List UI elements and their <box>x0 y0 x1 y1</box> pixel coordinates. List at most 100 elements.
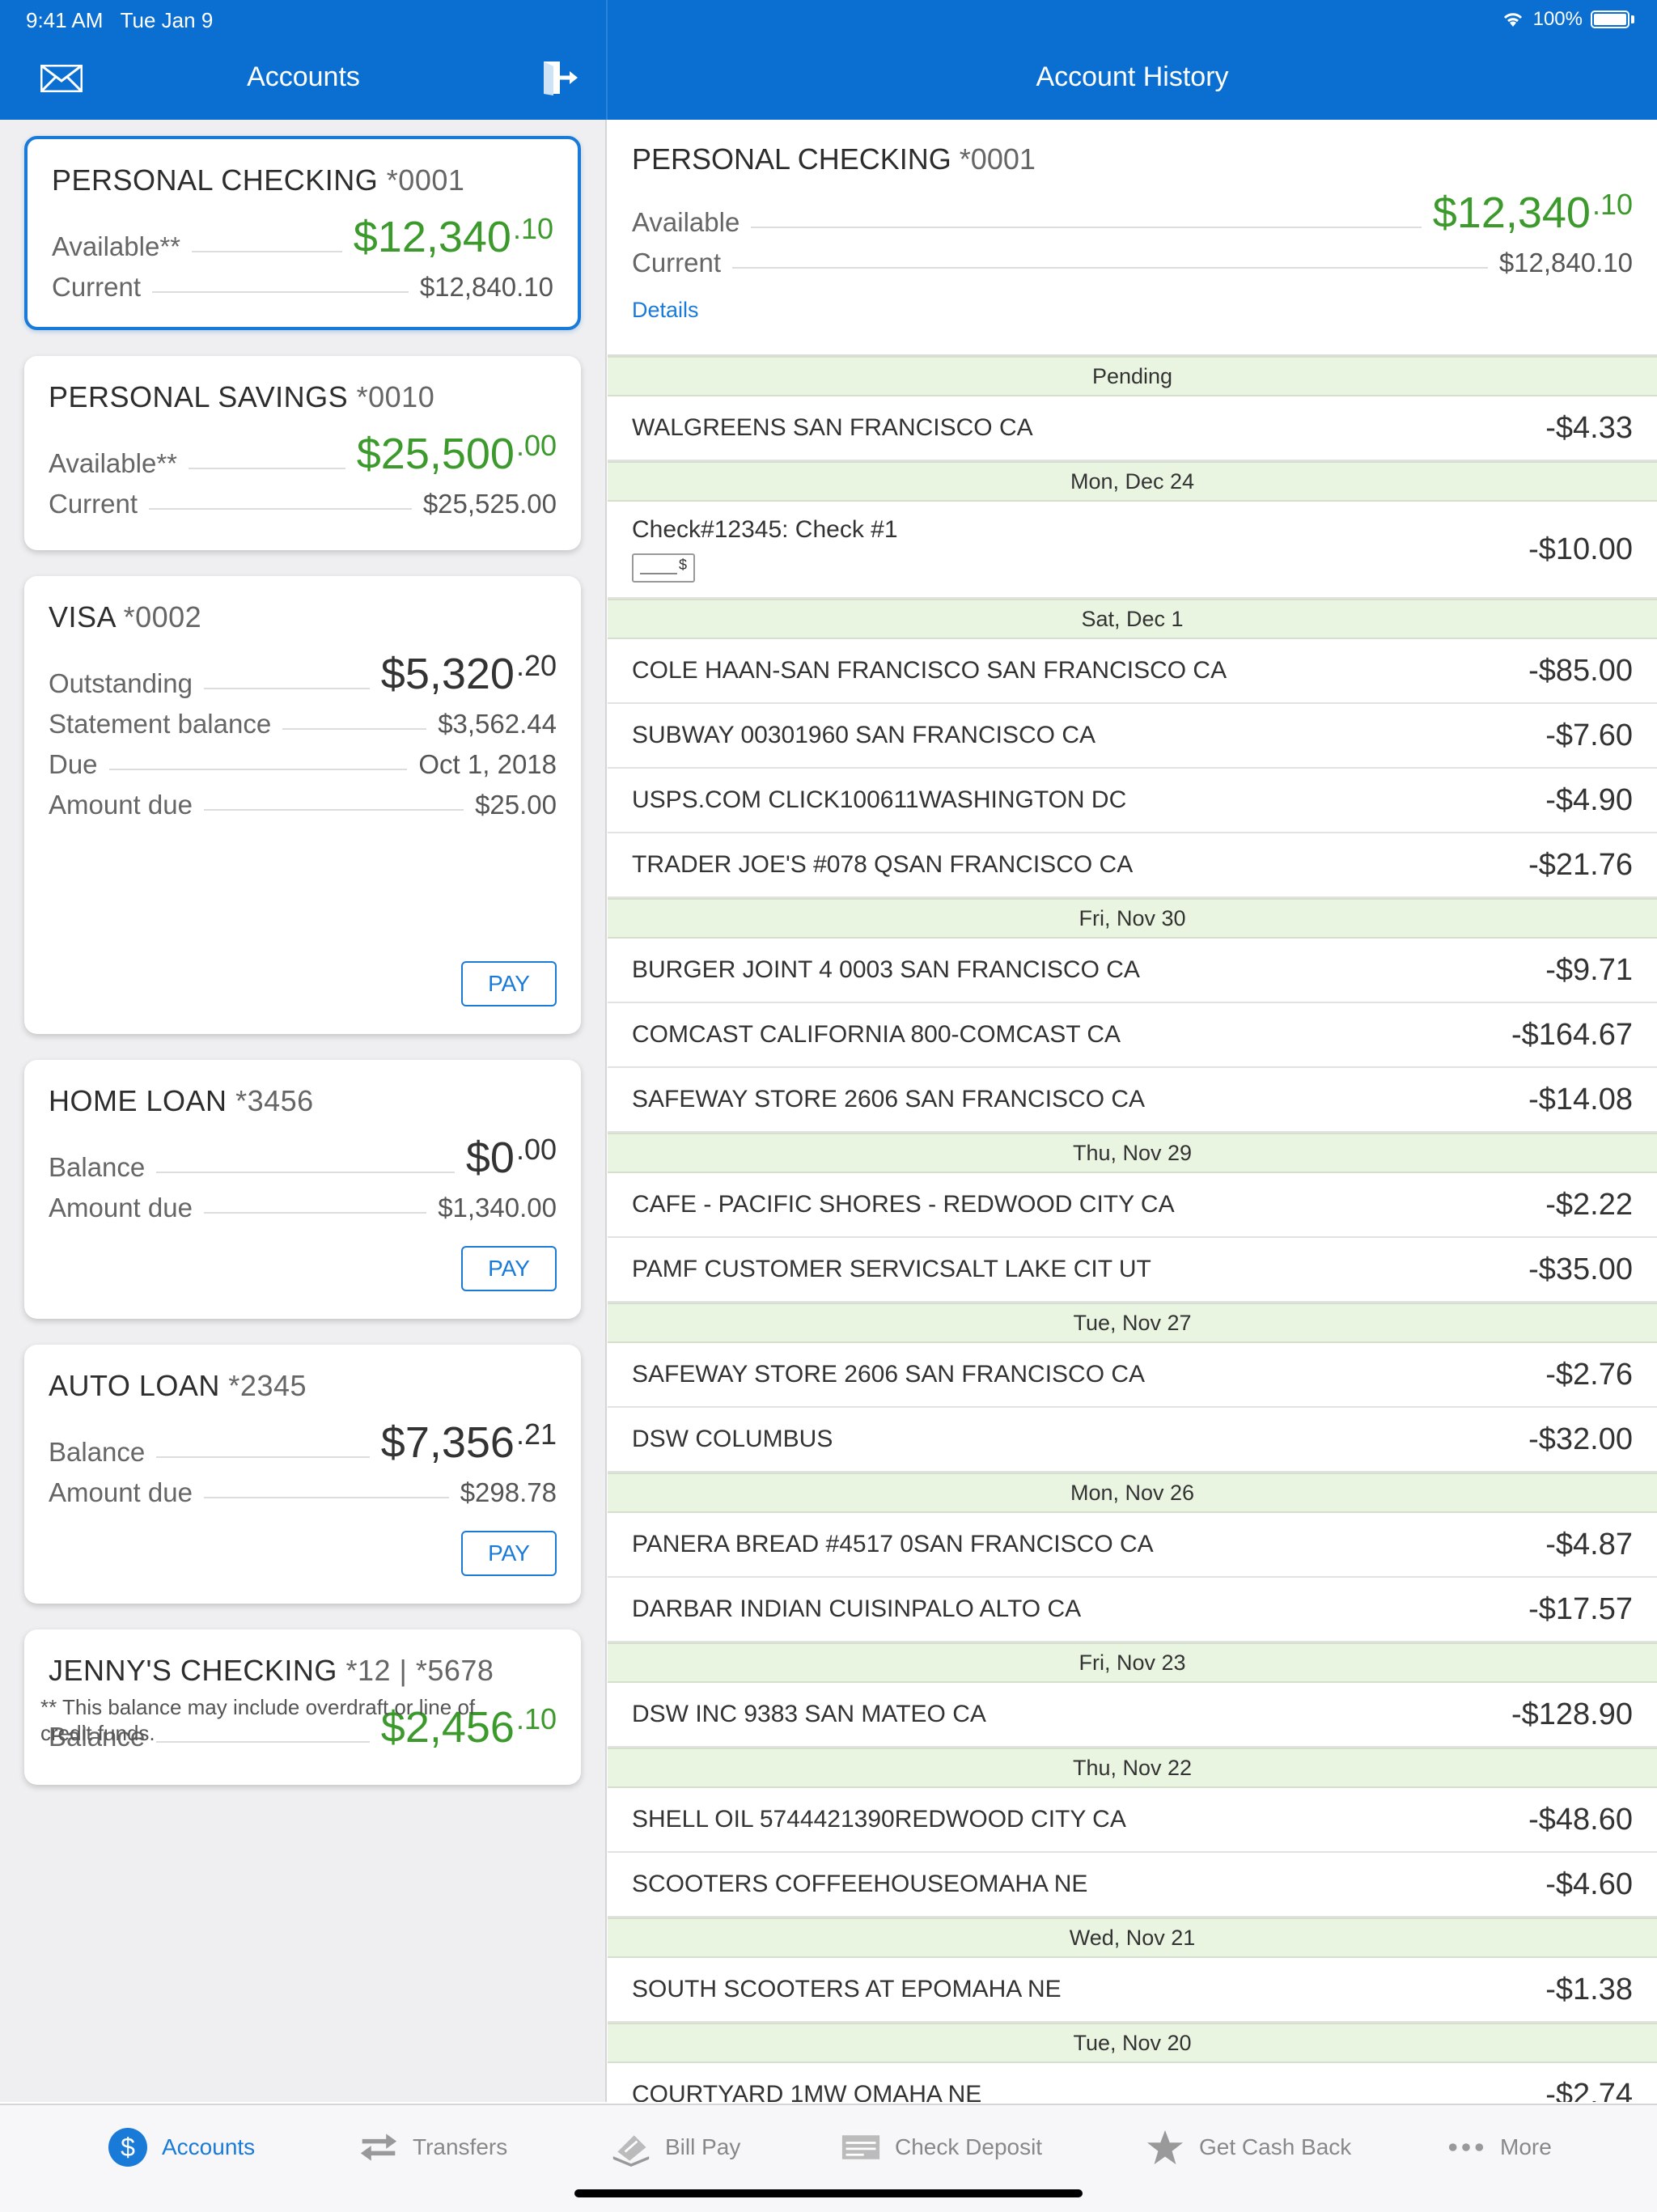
more-icon <box>1447 2128 1485 2167</box>
account-card-visa[interactable]: VISA *0002 Outstanding $5,320.20 Stateme… <box>24 576 581 1034</box>
tab-label: Check Deposit <box>895 2134 1043 2159</box>
amount-due-row: Amount due $1,340.00 <box>49 1193 557 1223</box>
date-header: Tue, Nov 20 <box>608 2023 1657 2063</box>
transaction-row[interactable]: SUBWAY 00301960 SAN FRANCISCO CA -$7.60 <box>608 704 1657 769</box>
transaction-row[interactable]: PANERA BREAD #4517 0SAN FRANCISCO CA -$4.… <box>608 1513 1657 1578</box>
tab-label: Transfers <box>413 2134 508 2159</box>
transaction-row[interactable]: DSW INC 9383 SAN MATEO CA -$128.90 <box>608 1683 1657 1748</box>
transaction-description: SOUTH SCOOTERS AT EPOMAHA NE <box>632 1976 1062 2002</box>
transaction-row[interactable]: SOUTH SCOOTERS AT EPOMAHA NE -$1.38 <box>608 1958 1657 2023</box>
transaction-description: DSW INC 9383 SAN MATEO CA <box>632 1701 986 1727</box>
transaction-list[interactable]: Pending WALGREENS SAN FRANCISCO CA -$4.33 M… <box>608 356 1657 2102</box>
outstanding-balance: $5,320.20 <box>380 649 557 698</box>
transaction-row[interactable]: SCOOTERS COFFEEHOUSEOMAHA NE -$4.60 <box>608 1853 1657 1917</box>
transaction-row[interactable]: COURTYARD 1MW OMAHA NE -$2.74 <box>608 2063 1657 2103</box>
transaction-description: SCOOTERS COFFEEHOUSEOMAHA NE <box>632 1871 1088 1897</box>
transaction-amount: -$14.08 <box>1528 1082 1633 1117</box>
star-icon <box>1146 2128 1184 2167</box>
balance-row: Balance $7,356.21 <box>49 1417 557 1467</box>
transaction-description: COMCAST CALIFORNIA 800-COMCAST CA <box>632 1021 1121 1048</box>
account-card-personal-checking[interactable]: PERSONAL CHECKING *0001 Available** $12,… <box>24 136 581 330</box>
available-row: Available** $25,500.00 <box>49 429 557 478</box>
available-balance: $12,340.10 <box>353 212 553 261</box>
account-name: VISA *0002 <box>49 600 202 634</box>
date-header: Thu, Nov 22 <box>608 1748 1657 1788</box>
transaction-row[interactable]: SHELL OIL 5744421390REDWOOD CITY CA -$48.… <box>608 1788 1657 1853</box>
battery-icon <box>1591 11 1629 28</box>
transaction-row[interactable]: WALGREENS SAN FRANCISCO CA -$4.33 <box>608 396 1657 461</box>
tab-accounts[interactable]: $ Accounts <box>108 2128 255 2167</box>
account-name: HOME LOAN *3456 <box>49 1084 314 1117</box>
transaction-row[interactable]: COLE HAAN-SAN FRANCISCO SAN FRANCISCO CA… <box>608 639 1657 704</box>
outstanding-row: Outstanding $5,320.20 <box>49 649 557 698</box>
transaction-description: SUBWAY 00301960 SAN FRANCISCO CA <box>632 722 1095 748</box>
tab-label: More <box>1500 2134 1552 2159</box>
transaction-amount: -$9.71 <box>1545 952 1633 987</box>
date-header: Fri, Nov 30 <box>608 898 1657 939</box>
loan-balance: $7,356.21 <box>380 1417 557 1467</box>
tab-get-cash-back[interactable]: Get Cash Back <box>1146 2128 1351 2167</box>
status-indicators: 100% <box>1501 8 1634 31</box>
transaction-amount: -$2.22 <box>1545 1187 1633 1222</box>
tab-bill-pay[interactable]: Bill Pay <box>612 2128 740 2167</box>
transaction-description: SHELL OIL 5744421390REDWOOD CITY CA <box>632 1806 1126 1833</box>
visa-pay-button[interactable]: PAY <box>461 961 557 1006</box>
tab-transfers[interactable]: Transfers <box>359 2128 507 2167</box>
tab-more[interactable]: More <box>1447 2128 1552 2167</box>
details-link[interactable]: Details <box>632 298 1633 323</box>
transaction-amount: -$4.33 <box>1545 410 1633 445</box>
logout-icon[interactable] <box>540 58 581 97</box>
transaction-row[interactable]: CAFE - PACIFIC SHORES - REDWOOD CITY CA -… <box>608 1173 1657 1238</box>
transaction-row[interactable]: Check#12345: Check #1 $ -$10.00 <box>608 502 1657 599</box>
current-row: Current $12,840.10 <box>52 272 553 302</box>
account-history-title: Account History <box>1036 61 1229 92</box>
transaction-description: WALGREENS SAN FRANCISCO CA <box>632 414 1033 441</box>
date-header: Mon, Nov 26 <box>608 1473 1657 1513</box>
transaction-description: PAMF CUSTOMER SERVICSALT LAKE CIT UT <box>632 1256 1151 1282</box>
transaction-row[interactable]: SAFEWAY STORE 2606 SAN FRANCISCO CA -$2.7… <box>608 1343 1657 1408</box>
transaction-amount: -$32.00 <box>1528 1422 1633 1456</box>
available-balance: $25,500.00 <box>356 429 557 478</box>
home-loan-pay-button[interactable]: PAY <box>461 1246 557 1291</box>
history-account-name: PERSONAL CHECKING *0001 <box>632 142 1036 176</box>
accounts-pane: PERSONAL CHECKING *0001 Available** $12,… <box>0 120 607 2102</box>
account-name: JENNY'S CHECKING *12 | *5678 <box>49 1654 494 1687</box>
transaction-row[interactable]: DSW COLUMBUS -$32.00 <box>608 1408 1657 1473</box>
transaction-amount: -$4.87 <box>1545 1527 1633 1562</box>
amount-due-row: Amount due $298.78 <box>49 1477 557 1507</box>
tab-check-deposit[interactable]: Check Deposit <box>841 2128 1042 2167</box>
account-card-home-loan[interactable]: HOME LOAN *3456 Balance $0.00 Amount due… <box>24 1060 581 1319</box>
tab-label: Bill Pay <box>665 2134 741 2159</box>
balance-row: Balance $0.00 <box>49 1133 557 1182</box>
date-header: Thu, Nov 29 <box>608 1133 1657 1173</box>
account-card-personal-savings[interactable]: PERSONAL SAVINGS *0010 Available** $25,5… <box>24 356 581 550</box>
check-image-icon[interactable]: $ <box>632 553 695 583</box>
transaction-description: DSW COLUMBUS <box>632 1426 833 1452</box>
transaction-amount: -$17.57 <box>1528 1591 1633 1626</box>
home-indicator <box>574 2189 1083 2197</box>
transaction-row[interactable]: DARBAR INDIAN CUISINPALO ALTO CA -$17.57 <box>608 1578 1657 1642</box>
date-header: Wed, Nov 21 <box>608 1917 1657 1958</box>
auto-loan-pay-button[interactable]: PAY <box>461 1531 557 1576</box>
transaction-description: DARBAR INDIAN CUISINPALO ALTO CA <box>632 1595 1082 1622</box>
transaction-row[interactable]: PAMF CUSTOMER SERVICSALT LAKE CIT UT -$35… <box>608 1238 1657 1303</box>
transaction-amount: -$7.60 <box>1545 718 1633 752</box>
transaction-description: PANERA BREAD #4517 0SAN FRANCISCO CA <box>632 1531 1154 1557</box>
transaction-description: Check#12345: Check #1 <box>632 516 898 543</box>
account-card-auto-loan[interactable]: AUTO LOAN *2345 Balance $7,356.21 Amount… <box>24 1345 581 1604</box>
transaction-amount: -$4.60 <box>1545 1867 1633 1901</box>
transaction-row[interactable]: BURGER JOINT 4 0003 SAN FRANCISCO CA -$9.… <box>608 939 1657 1003</box>
date-header: Fri, Nov 23 <box>608 1642 1657 1683</box>
transaction-amount: -$164.67 <box>1511 1017 1633 1052</box>
transaction-amount: -$48.60 <box>1528 1802 1633 1837</box>
transaction-row[interactable]: USPS.COM CLICK100611WASHINGTON DC -$4.90 <box>608 769 1657 833</box>
history-account-summary: PERSONAL CHECKING *0001 Available $12,34… <box>608 120 1657 356</box>
transaction-row[interactable]: COMCAST CALIFORNIA 800-COMCAST CA -$164.6… <box>608 1003 1657 1068</box>
battery-percent: 100% <box>1532 8 1583 30</box>
header-divider <box>606 0 608 120</box>
transaction-amount: -$128.90 <box>1511 1697 1633 1731</box>
transaction-row[interactable]: TRADER JOE'S #078 QSAN FRANCISCO CA -$21.… <box>608 833 1657 898</box>
statement-balance-row: Statement balance $3,562.44 <box>49 709 557 739</box>
due-date-row: Due Oct 1, 2018 <box>49 749 557 779</box>
transaction-row[interactable]: SAFEWAY STORE 2606 SAN FRANCISCO CA -$14.… <box>608 1068 1657 1133</box>
